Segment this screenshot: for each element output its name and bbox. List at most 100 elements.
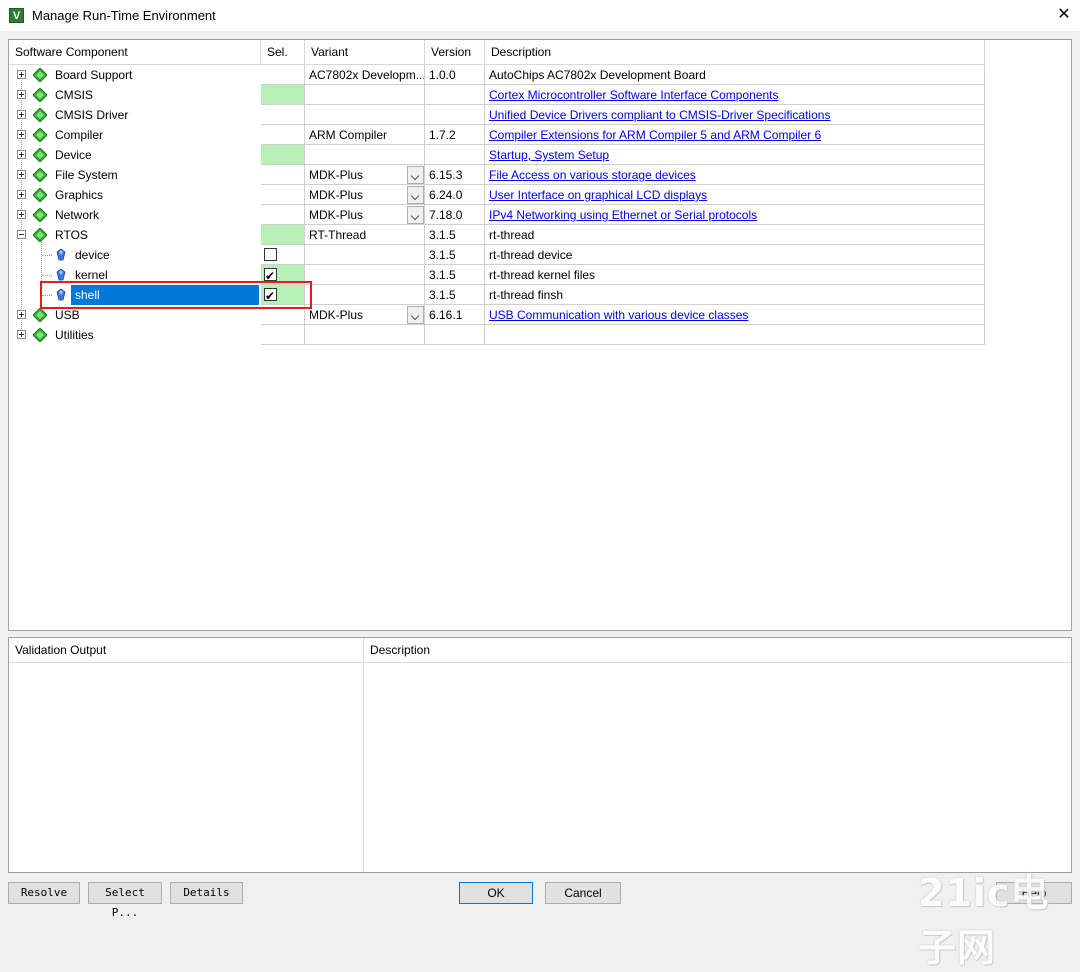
description-link[interactable]: IPv4 Networking using Ethernet or Serial… <box>489 208 757 222</box>
sel-cell[interactable] <box>261 125 305 145</box>
description-cell[interactable]: IPv4 Networking using Ethernet or Serial… <box>485 205 985 225</box>
description-cell[interactable]: USB Communication with various device cl… <box>485 305 985 325</box>
expand-plus-icon[interactable] <box>17 190 26 199</box>
cancel-button[interactable]: Cancel <box>545 882 621 904</box>
details-button[interactable]: Details <box>170 882 243 904</box>
column-header-version[interactable]: Version <box>425 40 485 65</box>
sel-cell[interactable] <box>261 225 305 245</box>
table-row[interactable]: File System MDK-Plus 6.15.3 File Access on … <box>9 165 985 185</box>
variant-cell[interactable]: MDK-Plus <box>305 205 425 225</box>
close-icon[interactable]: ✕ <box>1054 5 1074 25</box>
table-row[interactable]: Compiler ARM Compiler 1.7.2 Compiler Extens… <box>9 125 985 145</box>
sel-cell[interactable] <box>261 105 305 125</box>
table-row[interactable]: device 3.1.5 rt-thread device <box>9 245 985 265</box>
component-name[interactable]: Utilities <box>55 325 94 345</box>
variant-cell[interactable]: MDK-Plus <box>305 185 425 205</box>
description-link[interactable]: Unified Device Drivers compliant to CMSI… <box>489 108 830 122</box>
description-link[interactable]: File Access on various storage devices <box>489 168 696 182</box>
table-row[interactable]: RTOS RT-Thread 3.1.5 rt-thread <box>9 225 985 245</box>
table-row[interactable]: shell 3.1.5 rt-thread finsh <box>9 285 985 305</box>
sel-cell[interactable] <box>261 65 305 85</box>
expand-plus-icon[interactable] <box>17 210 26 219</box>
description-link[interactable]: User Interface on graphical LCD displays <box>489 188 707 202</box>
description-text: rt-thread <box>489 228 535 242</box>
sel-cell[interactable] <box>261 205 305 225</box>
variant-cell[interactable]: MDK-Plus <box>305 305 425 325</box>
chevron-down-icon[interactable] <box>407 166 424 184</box>
chevron-down-icon[interactable] <box>407 186 424 204</box>
component-cell: CMSIS <box>9 85 261 105</box>
column-header-variant[interactable]: Variant <box>305 40 425 65</box>
table-row[interactable]: USB MDK-Plus 6.16.1 USB Communication with … <box>9 305 985 325</box>
sel-cell[interactable] <box>261 145 305 165</box>
expand-plus-icon[interactable] <box>17 330 26 339</box>
table-row[interactable]: Utilities <box>9 325 985 345</box>
component-name[interactable]: CMSIS Driver <box>55 105 128 125</box>
expand-plus-icon[interactable] <box>17 70 26 79</box>
select-checkbox[interactable] <box>264 266 277 284</box>
ok-button[interactable]: OK <box>459 882 533 904</box>
table-row[interactable]: Device Startup, System Setup <box>9 145 985 165</box>
description-link[interactable]: Compiler Extensions for ARM Compiler 5 a… <box>489 128 821 142</box>
resolve-button[interactable]: Resolve <box>8 882 80 904</box>
component-name[interactable]: RTOS <box>55 225 88 245</box>
select-packs-button[interactable]: Select P... <box>88 882 162 919</box>
table-row[interactable]: CMSIS Cortex Microcontroller Software Int… <box>9 85 985 105</box>
component-name[interactable]: shell <box>71 285 259 305</box>
sel-cell[interactable] <box>261 285 305 305</box>
description-cell[interactable]: Cortex Microcontroller Software Interfac… <box>485 85 985 105</box>
component-cell: Network <box>9 205 261 225</box>
component-name[interactable]: File System <box>55 165 118 185</box>
chevron-down-icon[interactable] <box>407 206 424 224</box>
description-cell[interactable]: User Interface on graphical LCD displays <box>485 185 985 205</box>
sel-cell[interactable] <box>261 265 305 285</box>
component-name[interactable]: Compiler <box>55 125 103 145</box>
collapse-minus-icon[interactable] <box>17 230 26 239</box>
expand-plus-icon[interactable] <box>17 150 26 159</box>
sel-cell[interactable] <box>261 245 305 265</box>
sel-cell[interactable] <box>261 305 305 325</box>
variant-text: MDK-Plus <box>309 308 364 322</box>
description-link[interactable]: Startup, System Setup <box>489 148 609 162</box>
validation-description-header[interactable]: Description <box>364 638 1071 663</box>
validation-output-header[interactable]: Validation Output <box>9 638 364 663</box>
expand-plus-icon[interactable] <box>17 110 26 119</box>
description-cell[interactable]: Startup, System Setup <box>485 145 985 165</box>
description-link[interactable]: Cortex Microcontroller Software Interfac… <box>489 88 778 102</box>
component-name[interactable]: Network <box>55 205 99 225</box>
description-cell[interactable]: File Access on various storage devices <box>485 165 985 185</box>
component-name[interactable]: Device <box>55 145 92 165</box>
table-row[interactable]: Board Support AC7802x Developm... 1.0.0 Aut… <box>9 65 985 85</box>
chevron-down-icon[interactable] <box>407 306 424 324</box>
component-name[interactable]: Board Support <box>55 65 132 85</box>
help-button[interactable]: Help <box>996 882 1072 904</box>
description-cell[interactable]: Unified Device Drivers compliant to CMSI… <box>485 105 985 125</box>
table-row[interactable]: Network MDK-Plus 7.18.0 IPv4 Networking usi… <box>9 205 985 225</box>
table-row[interactable]: kernel 3.1.5 rt-thread kernel files <box>9 265 985 285</box>
component-name[interactable]: kernel <box>75 265 108 285</box>
column-header-sel[interactable]: Sel. <box>261 40 305 65</box>
component-name[interactable]: USB <box>55 305 80 325</box>
description-link[interactable]: USB Communication with various device cl… <box>489 308 748 322</box>
description-cell[interactable]: Compiler Extensions for ARM Compiler 5 a… <box>485 125 985 145</box>
component-name[interactable]: Graphics <box>55 185 103 205</box>
sel-cell[interactable] <box>261 85 305 105</box>
title-bar: V Manage Run-Time Environment ✕ <box>0 0 1080 31</box>
expand-plus-icon[interactable] <box>17 170 26 179</box>
component-name[interactable]: CMSIS <box>55 85 93 105</box>
expand-plus-icon[interactable] <box>17 90 26 99</box>
table-row[interactable]: Graphics MDK-Plus 6.24.0 User Interface on … <box>9 185 985 205</box>
variant-cell[interactable]: MDK-Plus <box>305 165 425 185</box>
column-header-component[interactable]: Software Component <box>9 40 261 65</box>
sel-cell[interactable] <box>261 325 305 345</box>
variant-text: MDK-Plus <box>309 188 364 202</box>
column-header-description[interactable]: Description <box>485 40 985 65</box>
select-checkbox[interactable] <box>264 286 277 304</box>
expand-plus-icon[interactable] <box>17 130 26 139</box>
sel-cell[interactable] <box>261 185 305 205</box>
component-name[interactable]: device <box>75 245 110 265</box>
expand-plus-icon[interactable] <box>17 310 26 319</box>
table-row[interactable]: CMSIS Driver Unified Device Drivers compl… <box>9 105 985 125</box>
select-checkbox[interactable] <box>264 248 277 261</box>
sel-cell[interactable] <box>261 165 305 185</box>
